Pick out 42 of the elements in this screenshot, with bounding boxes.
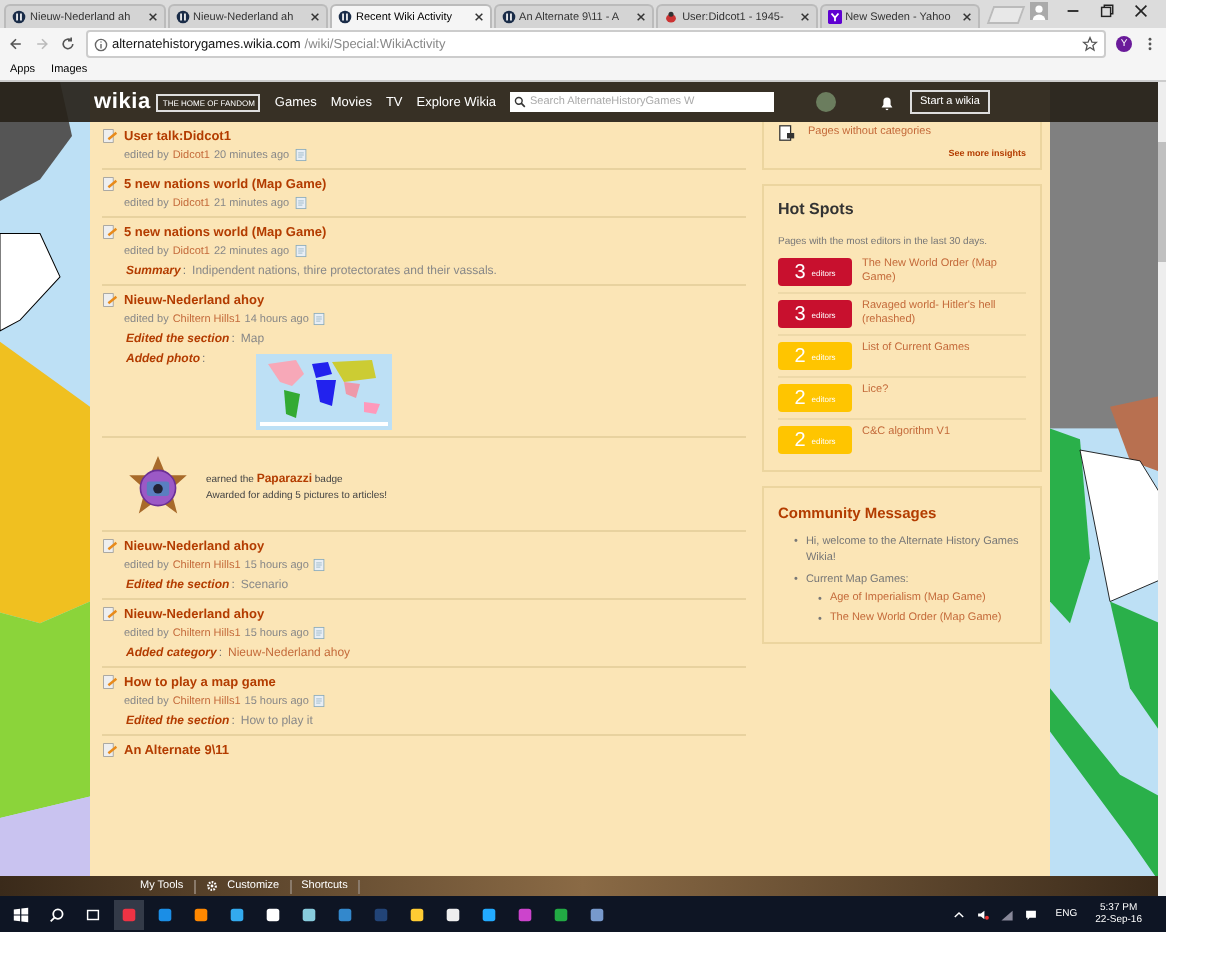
task-view-icon[interactable] (84, 905, 102, 923)
restore-icon[interactable] (1098, 2, 1116, 20)
close-icon[interactable] (636, 12, 647, 22)
bug-favicon-icon (664, 10, 679, 24)
edit-icon (102, 606, 118, 622)
reload-icon[interactable] (60, 36, 76, 52)
document-icon (778, 124, 796, 142)
hot-spots-title: Hot Spots (778, 200, 856, 218)
edit-icon (102, 674, 118, 690)
close-icon[interactable] (799, 12, 810, 22)
search-icon[interactable] (48, 905, 66, 923)
speaker-icon[interactable] (975, 907, 990, 921)
edit-icon (102, 538, 118, 554)
chevron-up-icon[interactable] (951, 907, 966, 921)
chat-icon[interactable] (1023, 907, 1038, 921)
avatar[interactable] (816, 92, 836, 112)
back-icon[interactable] (8, 36, 24, 52)
wiki-favicon-icon (12, 10, 26, 24)
edit-icon (102, 128, 118, 144)
edit-icon (102, 292, 118, 308)
search-icon (514, 96, 526, 108)
scrollbar[interactable] (1158, 82, 1166, 896)
wikia-logo[interactable]: wikia (94, 90, 151, 114)
wiki-favicon-icon (338, 10, 353, 24)
edit-icon (102, 224, 118, 240)
y-favicon-icon (827, 10, 842, 24)
close-icon[interactable] (962, 12, 973, 22)
info-icon (94, 37, 108, 51)
network-icon[interactable] (999, 907, 1014, 921)
star-icon[interactable] (1082, 36, 1098, 52)
wiki-favicon-icon (501, 10, 516, 24)
wiki-favicon-icon (175, 10, 190, 24)
edit-icon (102, 176, 118, 192)
close-icon[interactable] (1132, 2, 1150, 20)
windows-start-icon[interactable] (12, 905, 30, 923)
close-icon[interactable] (310, 12, 321, 22)
settings-icon[interactable] (205, 880, 218, 892)
world-map-thumbnail[interactable] (255, 354, 392, 430)
bell-icon[interactable] (878, 93, 896, 111)
edit-icon (102, 742, 118, 758)
close-icon[interactable] (147, 12, 158, 22)
close-icon[interactable] (473, 12, 484, 22)
